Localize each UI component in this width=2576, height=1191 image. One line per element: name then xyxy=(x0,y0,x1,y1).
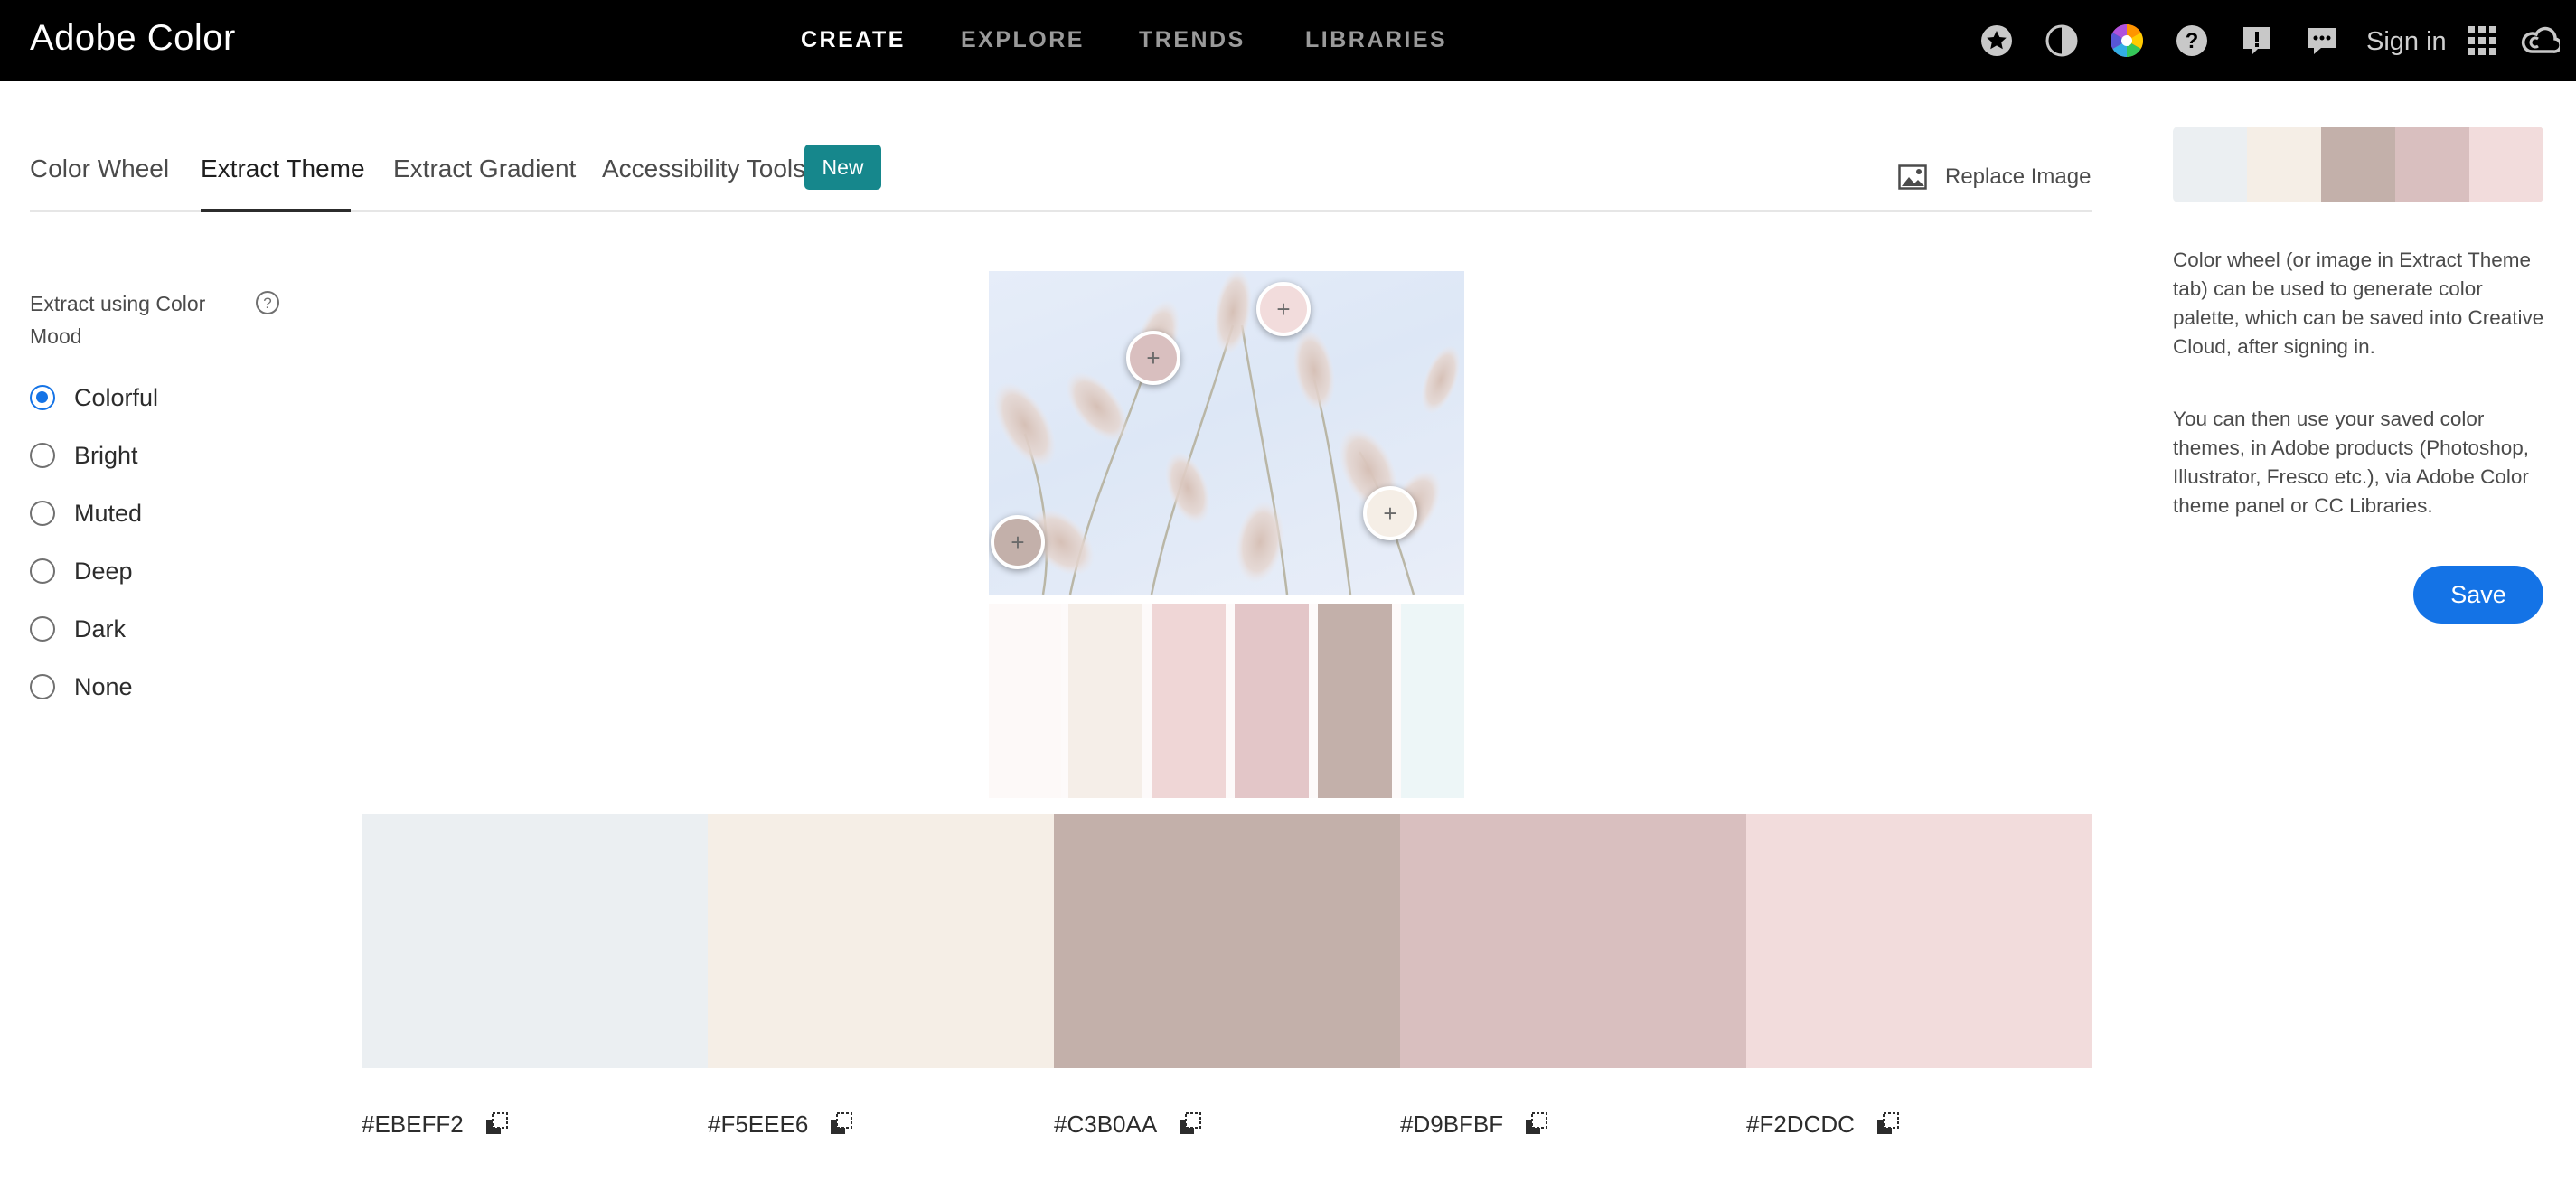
strip-color-5 xyxy=(1318,604,1392,798)
strip-color-2 xyxy=(1068,604,1142,798)
source-image[interactable]: + + + + xyxy=(989,271,1464,595)
feedback-icon[interactable] xyxy=(2301,20,2343,61)
mood-option-label: Dark xyxy=(74,614,127,642)
radio-button[interactable] xyxy=(30,674,55,699)
save-button[interactable]: Save xyxy=(2413,566,2543,624)
hex-value-row-4: #D9BFBF xyxy=(1400,1108,1550,1140)
mood-option-label: Bright xyxy=(74,441,138,469)
svg-text:?: ? xyxy=(263,295,271,312)
top-navigation-bar: Adobe Color CREATE EXPLORE TRENDS LIBRAR… xyxy=(0,0,2576,81)
palette-swatch-2[interactable] xyxy=(708,814,1054,1068)
plus-icon: + xyxy=(1146,344,1161,371)
hex-value[interactable]: #C3B0AA xyxy=(1054,1111,1157,1139)
mood-help-icon[interactable]: ? xyxy=(255,290,280,315)
alert-icon[interactable] xyxy=(2236,20,2278,61)
radio-button[interactable] xyxy=(30,616,55,642)
info-paragraph-1: Color wheel (or image in Extract Theme t… xyxy=(2173,249,2544,358)
hex-value[interactable]: #F2DCDC xyxy=(1746,1111,1855,1139)
plus-icon: + xyxy=(1011,529,1025,556)
grass-photo-illustration xyxy=(993,271,1461,595)
copy-icon[interactable] xyxy=(484,1111,511,1138)
apps-grid-icon[interactable] xyxy=(2461,20,2503,61)
creative-cloud-icon[interactable] xyxy=(2519,20,2561,61)
copy-icon[interactable] xyxy=(1523,1111,1550,1138)
strip-color-4 xyxy=(1235,604,1309,798)
svg-text:?: ? xyxy=(2186,29,2199,53)
preview-color-4 xyxy=(2395,127,2469,202)
nav-create[interactable]: CREATE xyxy=(801,27,906,53)
mood-option-colorful[interactable]: Colorful xyxy=(30,380,247,416)
preview-color-3 xyxy=(2321,127,2395,202)
palette-swatch-4[interactable] xyxy=(1400,814,1746,1068)
sign-in-link[interactable]: Sign in xyxy=(2366,27,2447,57)
nav-libraries[interactable]: LIBRARIES xyxy=(1305,27,1447,53)
theme-tabs: Color Wheel Extract Theme Extract Gradie… xyxy=(30,140,2092,212)
tab-extract-theme[interactable]: Extract Theme xyxy=(201,155,365,183)
app-title[interactable]: Adobe Color xyxy=(30,18,236,59)
radio-button[interactable] xyxy=(30,501,55,526)
mood-option-muted[interactable]: Muted xyxy=(30,495,247,531)
radio-button[interactable] xyxy=(30,443,55,468)
radio-button[interactable] xyxy=(30,558,55,584)
mood-option-label: None xyxy=(74,672,133,700)
palette-swatch-3[interactable] xyxy=(1054,814,1400,1068)
hex-value[interactable]: #D9BFBF xyxy=(1400,1111,1503,1139)
hex-value-row-2: #F5EEE6 xyxy=(708,1108,855,1140)
copy-icon[interactable] xyxy=(1177,1111,1204,1138)
radio-button[interactable] xyxy=(30,385,55,410)
mood-option-deep[interactable]: Deep xyxy=(30,553,247,589)
new-badge: New xyxy=(804,145,881,190)
info-paragraph-2: You can then use your saved color themes… xyxy=(2173,408,2530,517)
color-picker-3[interactable]: + xyxy=(1363,486,1417,540)
preview-color-1 xyxy=(2173,127,2247,202)
plus-icon: + xyxy=(1383,500,1397,527)
nav-trends[interactable]: TRENDS xyxy=(1139,27,1246,53)
strip-color-3 xyxy=(1152,604,1226,798)
star-icon[interactable] xyxy=(1976,20,2017,61)
strip-color-6 xyxy=(1401,604,1464,798)
hex-value[interactable]: #F5EEE6 xyxy=(708,1111,808,1139)
tab-accessibility-tools[interactable]: Accessibility Tools xyxy=(602,155,805,183)
hex-value-row-5: #F2DCDC xyxy=(1746,1108,1902,1140)
color-picker-2[interactable]: + xyxy=(1126,331,1180,385)
mood-option-label: Deep xyxy=(74,557,133,585)
help-icon[interactable]: ? xyxy=(2171,20,2213,61)
mood-option-label: Muted xyxy=(74,499,143,527)
mood-option-label: Colorful xyxy=(74,383,159,411)
mood-title: Extract using Color Mood xyxy=(30,292,206,348)
color-wheel-icon[interactable] xyxy=(2106,20,2148,61)
plus-icon: + xyxy=(1276,295,1291,323)
preview-color-5 xyxy=(2469,127,2543,202)
copy-icon[interactable] xyxy=(828,1111,855,1138)
tab-color-wheel[interactable]: Color Wheel xyxy=(30,155,169,183)
image-icon xyxy=(1898,164,1927,190)
hex-value[interactable]: #EBEFF2 xyxy=(362,1111,464,1139)
copy-icon[interactable] xyxy=(1875,1111,1902,1138)
nav-explore[interactable]: EXPLORE xyxy=(961,27,1085,53)
mood-option-none[interactable]: None xyxy=(30,669,247,705)
mood-option-bright[interactable]: Bright xyxy=(30,437,247,474)
theme-preview xyxy=(2173,127,2543,202)
active-tab-indicator xyxy=(201,209,351,212)
image-color-strip xyxy=(989,604,1464,798)
hex-value-row-3: #C3B0AA xyxy=(1054,1108,1204,1140)
palette-swatch-5[interactable] xyxy=(1746,814,2092,1068)
replace-image-label: Replace Image xyxy=(1945,164,2092,189)
replace-image-button[interactable]: Replace Image xyxy=(1898,161,2091,193)
color-picker-1[interactable]: + xyxy=(1256,282,1311,336)
tab-extract-gradient[interactable]: Extract Gradient xyxy=(393,155,576,183)
palette-swatch-1[interactable] xyxy=(362,814,708,1068)
hex-value-row-1: #EBEFF2 xyxy=(362,1108,511,1140)
color-picker-4[interactable]: + xyxy=(991,515,1045,569)
strip-color-1 xyxy=(989,604,1061,798)
contrast-icon[interactable] xyxy=(2041,20,2082,61)
preview-color-2 xyxy=(2247,127,2321,202)
mood-option-dark[interactable]: Dark xyxy=(30,611,247,647)
